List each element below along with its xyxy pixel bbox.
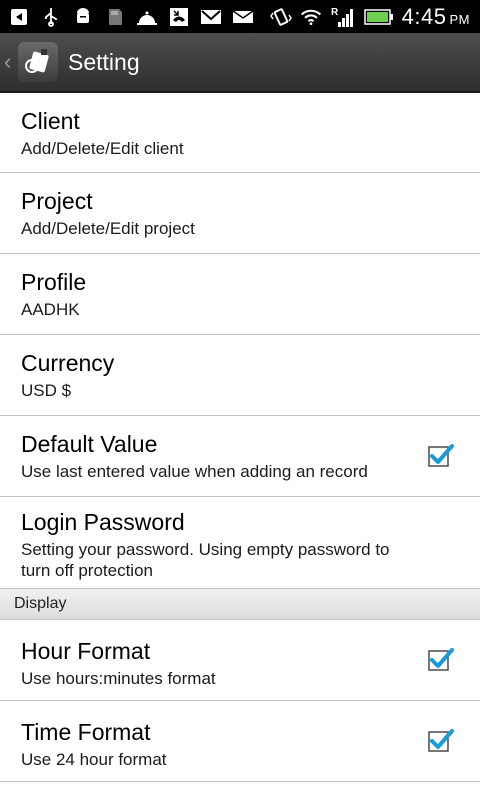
setting-project[interactable]: Project Add/Delete/Edit project xyxy=(0,173,480,254)
setting-client[interactable]: Client Add/Delete/Edit client xyxy=(0,93,480,173)
setting-time-format[interactable]: Time Format Use 24 hour format xyxy=(0,701,480,782)
svg-text:R: R xyxy=(331,7,339,18)
setting-subtitle: Setting your password. Using empty passw… xyxy=(21,540,390,580)
up-navigation-icon[interactable]: ‹ xyxy=(4,49,16,75)
clock-time: 4:45 xyxy=(401,3,447,29)
setting-subtitle: Add/Delete/Edit client xyxy=(21,139,184,158)
gmail-icon xyxy=(200,6,222,28)
setting-subtitle: Use hours:minutes format xyxy=(21,669,216,688)
android-debug-icon xyxy=(72,6,94,28)
setting-subtitle: Add/Delete/Edit project xyxy=(21,219,195,238)
battery-icon xyxy=(363,6,394,28)
setting-login-password[interactable]: Login Password Setting your password. Us… xyxy=(0,497,480,589)
app-icon[interactable] xyxy=(18,42,58,82)
setting-title: Project xyxy=(21,188,93,214)
signal-icon: R xyxy=(330,6,356,28)
setting-subtitle: Use 24 hour format xyxy=(21,750,167,769)
wifi-icon xyxy=(300,6,322,28)
hour-format-checkbox[interactable] xyxy=(428,647,454,673)
sd-card-icon xyxy=(104,6,126,28)
bell-icon xyxy=(136,6,158,28)
page-title: Setting xyxy=(68,48,140,75)
time-format-checkbox[interactable] xyxy=(428,728,454,754)
vibrate-icon xyxy=(269,6,292,28)
section-header-display: Display xyxy=(0,589,480,620)
setting-profile[interactable]: Profile AADHK xyxy=(0,254,480,335)
action-bar: ‹ Setting xyxy=(0,33,480,93)
setting-title: Client xyxy=(21,108,80,134)
setting-currency[interactable]: Currency USD $ xyxy=(0,335,480,416)
setting-subtitle: AADHK xyxy=(21,300,80,319)
status-bar: R 4:45 PM xyxy=(0,0,480,33)
email-icon xyxy=(232,6,254,28)
default-value-checkbox[interactable] xyxy=(428,443,454,469)
clock-ampm: PM xyxy=(449,11,470,27)
setting-title: Login Password xyxy=(21,509,185,535)
setting-title: Hour Format xyxy=(21,638,151,664)
missed-call-icon xyxy=(168,6,190,28)
setting-default-value[interactable]: Default Value Use last entered value whe… xyxy=(0,416,480,497)
back-notification-icon xyxy=(8,6,30,28)
usb-icon xyxy=(40,6,62,28)
setting-title: Time Format xyxy=(21,719,151,745)
setting-subtitle: Use last entered value when adding an re… xyxy=(21,462,368,481)
setting-title: Profile xyxy=(21,269,87,295)
settings-list: Client Add/Delete/Edit client Project Ad… xyxy=(0,93,480,782)
setting-subtitle: USD $ xyxy=(21,381,72,400)
setting-hour-format[interactable]: Hour Format Use hours:minutes format xyxy=(0,620,480,701)
setting-title: Default Value xyxy=(21,431,158,457)
status-clock: 4:45 PM xyxy=(402,4,470,30)
setting-title: Currency xyxy=(21,350,115,376)
